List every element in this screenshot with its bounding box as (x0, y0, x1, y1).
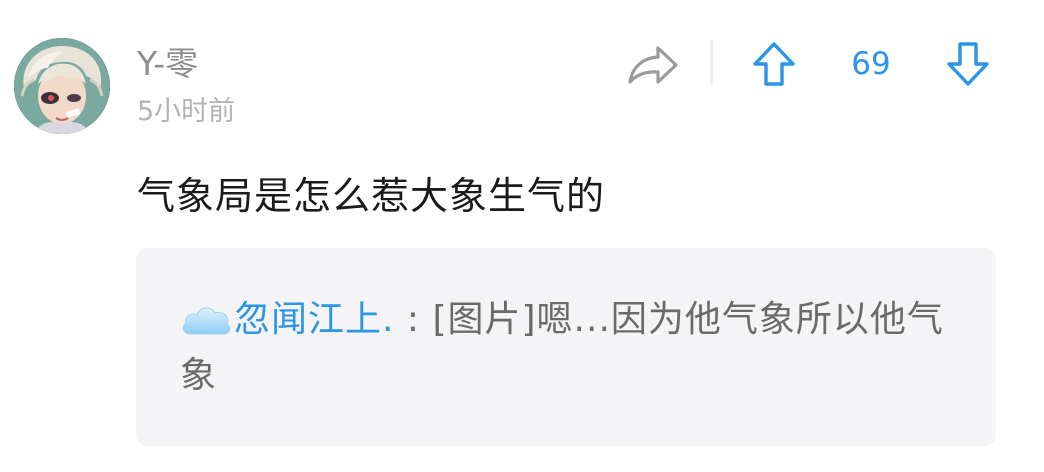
reply-separator: : (394, 299, 433, 340)
arrow-up-icon[interactable] (751, 40, 797, 88)
vote-score: 69 (851, 46, 891, 82)
avatar[interactable] (14, 38, 110, 134)
avatar-image (14, 38, 110, 134)
comment-body: 气象局是怎么惹大象生气的 (137, 174, 606, 218)
reply-preview-text: 忽闻江上. : [图片]嗯...因为他气象所以他气象 (180, 292, 950, 404)
cloud-icon (180, 297, 232, 335)
username[interactable]: Y-零 (137, 44, 198, 84)
vertical-divider (710, 40, 713, 84)
share-icon[interactable] (626, 40, 680, 90)
arrow-down-icon[interactable] (945, 40, 991, 88)
reply-preview[interactable]: 忽闻江上. : [图片]嗯...因为他气象所以他气象 (136, 248, 996, 446)
reply-username[interactable]: 忽闻江上. (234, 299, 394, 340)
timestamp: 5小时前 (137, 96, 236, 127)
comment-card: Y-零 5小时前 69 气象局是怎么惹大象生气的 忽闻江上.: [图片]嗯..… (0, 0, 1044, 472)
